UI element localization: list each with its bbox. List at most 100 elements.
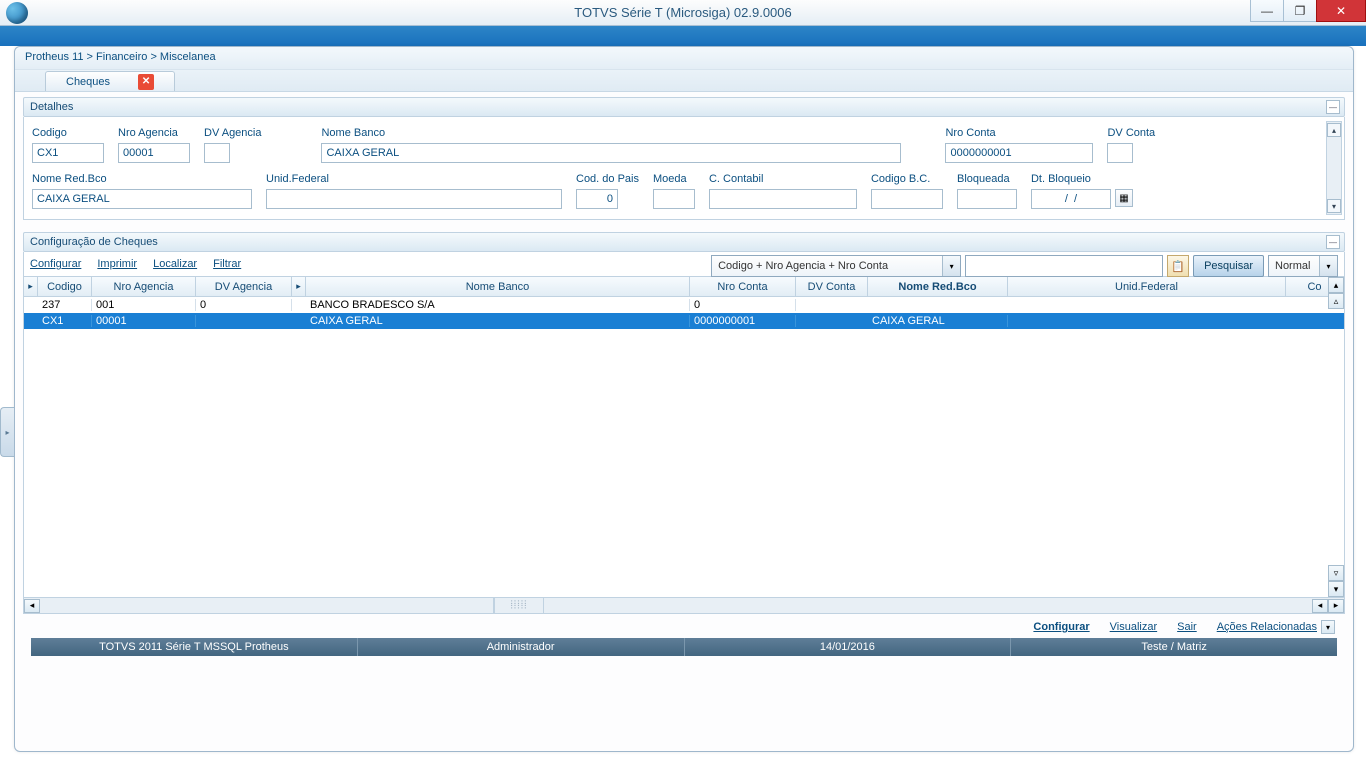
grid: ▴ ▵ ▿ ▾ ▸ Codigo Nro Agencia DV Agencia … (23, 277, 1345, 614)
section-config-header: Configuração de Cheques — (23, 232, 1345, 252)
cell-nome-banco: CAIXA GERAL (306, 315, 690, 327)
label-nro-agencia: Nro Agencia (118, 127, 190, 139)
bloqueada-field[interactable] (957, 189, 1017, 209)
codigo-field[interactable] (32, 143, 104, 163)
status-date: 14/01/2016 (685, 638, 1012, 656)
action-relacionadas[interactable]: Ações Relacionadas (1217, 621, 1317, 633)
grid-marker-col[interactable]: ▸ (24, 277, 38, 296)
hscroll-left2-icon[interactable]: ◂ (1312, 599, 1328, 613)
label-codigo-bc: Codigo B.C. (871, 173, 943, 185)
scroll-up-icon[interactable]: ▴ (1327, 123, 1341, 137)
col-dv-conta[interactable]: DV Conta (796, 277, 868, 296)
table-row[interactable]: 237 001 0 BANCO BRADESCO S/A 0 (24, 297, 1344, 313)
search-index-combo[interactable]: ▾ (711, 255, 961, 277)
action-visualizar[interactable]: Visualizar (1110, 621, 1158, 633)
col-nro-agencia[interactable]: Nro Agencia (92, 277, 196, 296)
status-bar: TOTVS 2011 Série T MSSQL Protheus Admini… (31, 638, 1337, 656)
status-user: Administrador (358, 638, 685, 656)
col-nro-conta[interactable]: Nro Conta (690, 277, 796, 296)
label-dv-agencia: DV Agencia (204, 127, 261, 139)
bottom-actions: Configurar Visualizar Sair Ações Relacio… (23, 614, 1345, 638)
chevron-down-icon[interactable]: ▾ (1321, 620, 1335, 634)
col-nome-red-bco[interactable]: Nome Red.Bco (868, 277, 1008, 296)
search-index-input[interactable] (711, 255, 961, 277)
scroll-down-icon[interactable]: ▾ (1327, 199, 1341, 213)
app-logo-icon (6, 2, 28, 24)
table-row[interactable]: CX1 00001 CAIXA GERAL 0000000001 CAIXA G… (24, 313, 1344, 329)
cell-nome-banco: BANCO BRADESCO S/A (306, 299, 690, 311)
link-localizar[interactable]: Localizar (153, 258, 197, 270)
c-contabil-field[interactable] (709, 189, 857, 209)
cell-nro-agencia: 001 (92, 299, 196, 311)
col-unid-federal[interactable]: Unid.Federal (1008, 277, 1286, 296)
link-configurar[interactable]: Configurar (30, 258, 81, 270)
title-bar: TOTVS Série T (Microsiga) 02.9.0006 — ❐ … (0, 0, 1366, 26)
grid-prev-row-button[interactable]: ▵ (1328, 293, 1344, 309)
status-env: Teste / Matriz (1011, 638, 1337, 656)
link-filtrar[interactable]: Filtrar (213, 258, 241, 270)
chevron-down-icon[interactable]: ▾ (942, 256, 960, 276)
close-button[interactable]: ✕ (1316, 0, 1366, 22)
dv-conta-field[interactable] (1107, 143, 1133, 163)
breadcrumb: Protheus 11 > Financeiro > Miscelanea (15, 47, 1353, 70)
chevron-down-icon[interactable]: ▾ (1319, 256, 1337, 276)
pesquisar-button[interactable]: Pesquisar (1193, 255, 1264, 277)
nro-conta-field[interactable] (945, 143, 1093, 163)
grid-next-row-button[interactable]: ▿ (1328, 565, 1344, 581)
col-dv-agencia[interactable]: DV Agencia (196, 277, 292, 296)
search-input[interactable] (965, 255, 1163, 277)
tab-close-icon[interactable]: ✕ (138, 74, 154, 90)
label-cod-pais: Cod. do Pais (576, 173, 639, 185)
codigo-bc-field[interactable] (871, 189, 943, 209)
collapse-config-button[interactable]: — (1326, 235, 1340, 249)
cell-dv-agencia: 0 (196, 299, 292, 311)
label-dt-bloqueio: Dt. Bloqueio (1031, 173, 1133, 185)
col-nome-banco[interactable]: Nome Banco (306, 277, 690, 296)
nome-red-bco-field[interactable] (32, 189, 252, 209)
moeda-field[interactable] (653, 189, 695, 209)
grid-first-row-button[interactable]: ▴ (1328, 277, 1344, 293)
grid-hscroll[interactable]: ◂ ⦙⦙⦙⦙⦙ ◂ ▸ (24, 597, 1344, 613)
cell-nome-red-bco: CAIXA GERAL (868, 315, 1008, 327)
detalhes-panel: ▴ ▾ Codigo Nro Agencia DV Agencia Nome B… (23, 117, 1345, 220)
label-c-contabil: C. Contabil (709, 173, 857, 185)
label-nome-banco: Nome Banco (321, 127, 901, 139)
dv-agencia-field[interactable] (204, 143, 230, 163)
search-mode-combo[interactable]: ▾ (1268, 255, 1338, 277)
hscroll-left-icon[interactable]: ◂ (24, 599, 40, 613)
col-codigo[interactable]: Codigo (38, 277, 92, 296)
section-config-title: Configuração de Cheques (30, 236, 158, 248)
work-area: ▸ Protheus 11 > Financeiro > Miscelanea … (14, 46, 1354, 752)
maximize-button[interactable]: ❐ (1283, 0, 1317, 22)
action-sair[interactable]: Sair (1177, 621, 1197, 633)
grid-marker-col-2[interactable]: ▸ (292, 277, 306, 296)
label-bloqueada: Bloqueada (957, 173, 1017, 185)
search-options-icon[interactable]: 📋 (1167, 255, 1189, 277)
label-moeda: Moeda (653, 173, 695, 185)
cell-codigo: CX1 (38, 315, 92, 327)
grid-last-row-button[interactable]: ▾ (1328, 581, 1344, 597)
minimize-button[interactable]: — (1250, 0, 1284, 22)
tab-label: Cheques (66, 76, 110, 88)
unid-federal-field[interactable] (266, 189, 562, 209)
window-title: TOTVS Série T (Microsiga) 02.9.0006 (574, 5, 791, 20)
calendar-icon[interactable]: ▦ (1115, 189, 1133, 207)
nro-agencia-field[interactable] (118, 143, 190, 163)
cell-codigo: 237 (38, 299, 92, 311)
detalhes-scrollbar[interactable]: ▴ ▾ (1326, 121, 1342, 215)
collapse-detalhes-button[interactable]: — (1326, 100, 1340, 114)
toolbar-row: Configurar Imprimir Localizar Filtrar ▾ … (23, 252, 1345, 277)
cell-nro-agencia: 00001 (92, 315, 196, 327)
action-configurar[interactable]: Configurar (1033, 621, 1089, 633)
nome-banco-field[interactable] (321, 143, 901, 163)
chevron-right-icon: ▸ (5, 428, 9, 437)
link-imprimir[interactable]: Imprimir (97, 258, 137, 270)
dt-bloqueio-field[interactable] (1031, 189, 1111, 209)
tab-cheques[interactable]: Cheques ✕ (45, 71, 175, 91)
splitter-grip[interactable]: ⦙⦙⦙⦙⦙ (494, 598, 544, 613)
hscroll-right-icon[interactable]: ▸ (1328, 599, 1344, 613)
left-panel-toggle[interactable]: ▸ (0, 407, 14, 457)
grid-body[interactable]: 237 001 0 BANCO BRADESCO S/A 0 CX1 00001 (24, 297, 1344, 597)
section-detalhes-header: Detalhes — (23, 97, 1345, 117)
cod-pais-field[interactable] (576, 189, 618, 209)
